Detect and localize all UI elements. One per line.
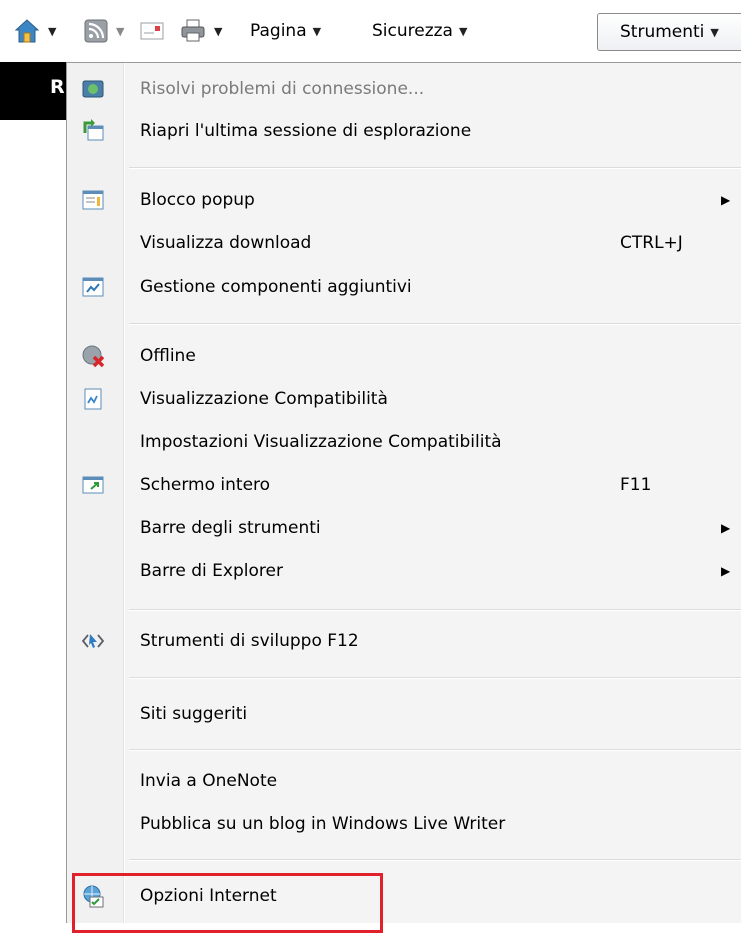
menu-item-visualizza-download[interactable]: Visualizza download CTRL+J [67, 223, 741, 263]
menu-item-label: Barre degli strumenti [140, 518, 321, 538]
home-icon [14, 19, 40, 43]
pagina-menu-button[interactable]: Pagina ▼ [250, 14, 321, 48]
sicurezza-dropdown-arrow: ▼ [458, 24, 468, 38]
strumenti-dropdown-arrow: ▼ [710, 25, 719, 39]
feeds-dropdown-arrow[interactable]: ▼ [116, 14, 124, 48]
menu-item-offline[interactable]: Offline [67, 336, 741, 376]
submenu-arrow-icon: ▶ [721, 193, 731, 207]
full-screen-icon [82, 476, 104, 494]
highlight-annotation-box [72, 873, 383, 933]
home-button[interactable] [14, 14, 40, 48]
developer-tools-icon [81, 634, 105, 648]
network-diagnose-icon [82, 80, 104, 98]
menu-separator [129, 859, 741, 860]
menu-item-label: Visualizzazione Compatibilità [140, 389, 388, 409]
rss-feed-icon [84, 19, 108, 43]
menu-item-label: Pubblica su un blog in Windows Live Writ… [140, 814, 506, 834]
offline-icon [82, 345, 105, 368]
menu-item-strumenti-sviluppo[interactable]: Strumenti di sviluppo F12 [67, 621, 741, 661]
command-bar: ▼ ▼ ▼ Pagina ▼ Sicurezza ▼ Strumenti ▼ [0, 0, 741, 62]
feeds-button[interactable] [84, 14, 108, 48]
menu-item-label: Strumenti di sviluppo F12 [140, 631, 359, 651]
menu-item-label: Gestione componenti aggiuntivi [140, 277, 412, 297]
shortcut-label: CTRL+J [620, 233, 683, 253]
menu-item-barre-explorer[interactable]: Barre di Explorer ▶ [67, 551, 741, 591]
menu-item-label: Risolvi problemi di connessione... [140, 79, 425, 99]
print-button[interactable] [180, 14, 206, 48]
menu-item-riapri-sessione[interactable]: Riapri l'ultima sessione di esplorazione [67, 111, 741, 151]
menu-item-pubblica-blog[interactable]: Pubblica su un blog in Windows Live Writ… [67, 804, 741, 844]
menu-item-label: Schermo intero [140, 475, 271, 495]
menu-item-blocco-popup[interactable]: Blocco popup ▶ [67, 180, 741, 220]
mail-icon [140, 22, 164, 40]
page-content-fragment: R [0, 62, 66, 120]
menu-item-barre-strumenti[interactable]: Barre degli strumenti ▶ [67, 508, 741, 548]
compatibility-view-icon [84, 388, 102, 410]
menu-separator [129, 609, 741, 610]
menu-item-label: Blocco popup [140, 190, 255, 210]
menu-item-impostazioni-compatibilita[interactable]: Impostazioni Visualizzazione Compatibili… [67, 422, 741, 462]
print-dropdown-arrow[interactable]: ▼ [214, 14, 222, 48]
strumenti-menu-button[interactable]: Strumenti ▼ [597, 13, 741, 51]
popup-blocker-icon [82, 190, 104, 210]
menu-item-label: Siti suggeriti [140, 704, 248, 724]
menu-item-label: Visualizza download [140, 233, 312, 253]
pagina-dropdown-arrow: ▼ [312, 24, 322, 38]
menu-separator [129, 167, 741, 168]
home-dropdown-arrow[interactable]: ▼ [48, 14, 56, 48]
printer-icon [181, 19, 205, 42]
mail-button[interactable] [140, 14, 164, 48]
pagina-label: Pagina [250, 21, 307, 41]
menu-item-label: Riapri l'ultima sessione di esplorazione [140, 121, 472, 141]
menu-item-schermo-intero[interactable]: Schermo intero F11 [67, 465, 741, 505]
menu-item-label: Invia a OneNote [140, 771, 278, 791]
menu-item-gestione-componenti[interactable]: Gestione componenti aggiuntivi [67, 267, 741, 307]
sicurezza-label: Sicurezza [372, 21, 453, 41]
submenu-arrow-icon: ▶ [721, 521, 731, 535]
menu-separator [129, 677, 741, 678]
menu-item-risolvi-problemi[interactable]: Risolvi problemi di connessione... [67, 69, 741, 109]
menu-item-label: Impostazioni Visualizzazione Compatibili… [140, 432, 502, 452]
menu-item-siti-suggeriti[interactable]: Siti suggeriti [67, 694, 741, 734]
reopen-session-icon [83, 119, 104, 141]
menu-separator [129, 323, 741, 324]
submenu-arrow-icon: ▶ [721, 564, 731, 578]
menu-item-visualizzazione-compatibilita[interactable]: Visualizzazione Compatibilità [67, 379, 741, 419]
add-ons-icon [82, 277, 104, 297]
strumenti-label: Strumenti [620, 22, 705, 42]
page-partial-text: R [50, 76, 65, 98]
menu-item-invia-onenote[interactable]: Invia a OneNote [67, 761, 741, 801]
sicurezza-menu-button[interactable]: Sicurezza ▼ [372, 14, 467, 48]
menu-item-label: Barre di Explorer [140, 561, 283, 581]
menu-item-label: Offline [140, 346, 196, 366]
menu-separator [129, 749, 741, 750]
shortcut-label: F11 [620, 475, 652, 495]
strumenti-dropdown-menu: Risolvi problemi di connessione... Riapr… [66, 62, 741, 923]
